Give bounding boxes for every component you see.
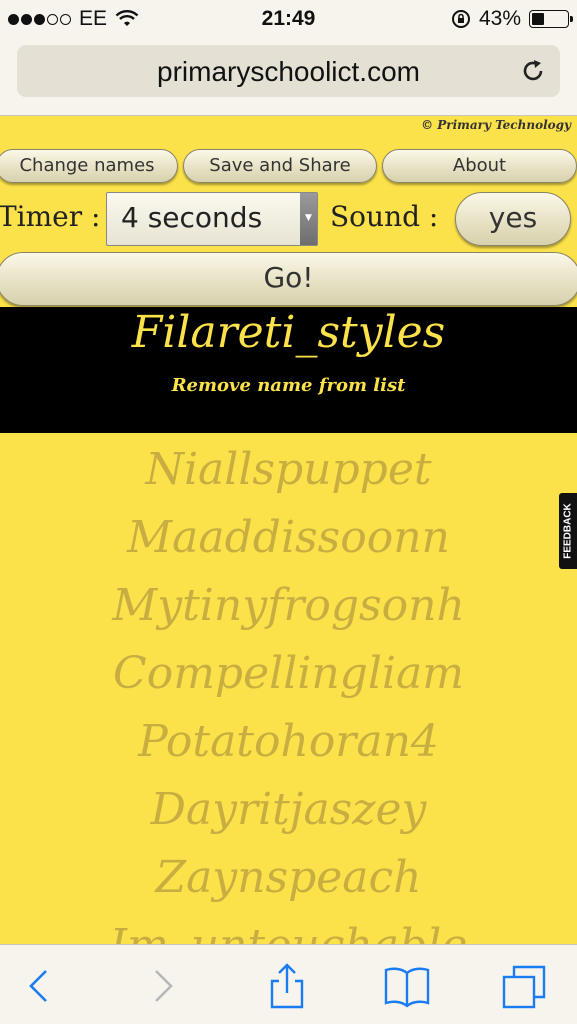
- battery-percent: 43%: [478, 7, 521, 30]
- name-list-item: Dayritjaszey: [150, 784, 427, 835]
- address-bar-area: primaryschoolict.com: [0, 38, 577, 116]
- name-list-item: Compellingliam: [113, 648, 464, 699]
- remove-name-link[interactable]: Remove name from list: [0, 375, 577, 396]
- name-list: Niallspuppet Maaddissoonn Mytinyfrogsonh Co…: [0, 436, 577, 944]
- selected-name-banner: Filareti_styles Remove name from list: [0, 307, 577, 433]
- feedback-tab[interactable]: FEEDBACK: [559, 493, 577, 569]
- change-names-button[interactable]: Change names: [0, 149, 178, 183]
- name-list-item: Maaddissoonn: [127, 512, 450, 563]
- browser-toolbar: [0, 944, 577, 1024]
- save-and-share-button[interactable]: Save and Share: [183, 149, 377, 183]
- address-bar[interactable]: primaryschoolict.com: [17, 45, 560, 97]
- sound-label: Sound :: [330, 200, 439, 233]
- timer-select[interactable]: 4 seconds ▼: [106, 192, 318, 246]
- about-button[interactable]: About: [382, 149, 577, 183]
- reload-icon[interactable]: [518, 56, 548, 86]
- copyright-credit: © Primary Technology: [421, 118, 571, 132]
- name-list-item: Potatohoran4: [138, 716, 439, 767]
- go-button[interactable]: Go!: [0, 252, 577, 306]
- battery-icon: [529, 10, 573, 28]
- page-content: © Primary Technology Change names Save a…: [0, 116, 577, 944]
- rotation-lock-icon: [451, 10, 470, 28]
- bookmarks-icon[interactable]: [382, 961, 432, 1011]
- status-right: 43%: [451, 7, 573, 31]
- forward-icon[interactable]: [138, 961, 188, 1011]
- battery-fill: [532, 13, 545, 25]
- name-list-item: Im_untouchable: [0, 912, 577, 944]
- name-list-item: Mytinyfrogsonh: [112, 580, 465, 631]
- share-icon[interactable]: [262, 961, 312, 1011]
- name-list-item: Niallspuppet: [145, 444, 432, 495]
- feedback-label: FEEDBACK: [562, 503, 574, 559]
- sound-toggle-button[interactable]: yes: [455, 192, 571, 246]
- timer-label: Timer :: [0, 200, 101, 233]
- back-icon[interactable]: [14, 961, 64, 1011]
- url-text[interactable]: primaryschoolict.com: [17, 56, 560, 88]
- tabs-icon[interactable]: [500, 961, 550, 1011]
- selected-name: Filareti_styles: [131, 307, 446, 358]
- timer-value: 4 seconds: [121, 201, 263, 234]
- dropdown-arrow-icon: ▼: [300, 193, 317, 245]
- name-list-item: Zaynspeach: [155, 852, 422, 903]
- status-bar: EE 21:49 43%: [0, 0, 577, 38]
